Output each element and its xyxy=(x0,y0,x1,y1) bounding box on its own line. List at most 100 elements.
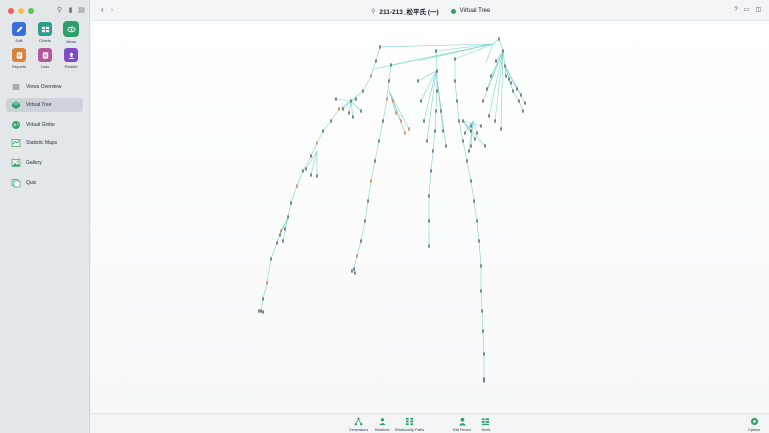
person-node[interactable] xyxy=(428,219,430,223)
person-node[interactable] xyxy=(512,89,514,93)
app-publish-button[interactable]: Publish xyxy=(58,48,84,69)
person-node[interactable] xyxy=(284,227,286,231)
person-node[interactable] xyxy=(473,199,475,203)
person-node[interactable] xyxy=(456,99,458,103)
person-node[interactable] xyxy=(518,99,520,103)
person-node[interactable] xyxy=(524,101,526,105)
person-node[interactable] xyxy=(279,233,281,237)
person-node[interactable] xyxy=(432,149,434,153)
virtual-tree-graph[interactable] xyxy=(91,21,769,413)
person-node[interactable] xyxy=(322,129,324,133)
person-node[interactable] xyxy=(370,74,372,78)
person-node[interactable] xyxy=(470,179,472,183)
person-node[interactable] xyxy=(270,257,272,261)
person-node[interactable] xyxy=(468,149,470,153)
person-node[interactable] xyxy=(510,81,512,85)
person-node[interactable] xyxy=(480,289,482,293)
person-node[interactable] xyxy=(445,144,447,148)
person-node[interactable] xyxy=(260,309,262,313)
nav-item-virtual-tree[interactable]: Virtual Tree xyxy=(6,98,83,112)
person-node[interactable] xyxy=(430,169,432,173)
nav-item-virtual-globe[interactable]: Virtual Globe xyxy=(6,118,83,132)
tabs-icon[interactable]: ▤ xyxy=(78,7,85,14)
person-node[interactable] xyxy=(290,201,292,205)
person-node[interactable] xyxy=(423,119,425,123)
person-node[interactable] xyxy=(370,179,372,183)
person-node[interactable] xyxy=(367,199,369,203)
nav-item-views-overview[interactable]: Views Overview xyxy=(6,80,83,94)
relatives-button[interactable]: Relatives xyxy=(375,417,389,432)
person-node[interactable] xyxy=(464,131,466,135)
nav-item-gallery[interactable]: Gallery xyxy=(6,156,83,170)
person-node[interactable] xyxy=(354,271,356,275)
person-node[interactable] xyxy=(483,352,485,356)
person-node[interactable] xyxy=(495,59,497,63)
person-node[interactable] xyxy=(435,109,437,113)
person-node[interactable] xyxy=(454,57,456,61)
person-node[interactable] xyxy=(356,254,358,258)
app-lists-button[interactable]: Lists xyxy=(32,48,58,69)
person-node[interactable] xyxy=(500,127,502,131)
person-node[interactable] xyxy=(390,63,392,67)
person-node[interactable] xyxy=(462,119,464,123)
person-node[interactable] xyxy=(462,139,464,143)
person-node[interactable] xyxy=(338,107,340,111)
person-node[interactable] xyxy=(382,119,384,123)
back-arrow-icon[interactable]: ‹ xyxy=(101,6,104,14)
person-node[interactable] xyxy=(364,219,366,223)
person-node[interactable] xyxy=(352,115,354,119)
zoom-window-button[interactable] xyxy=(28,8,34,14)
person-node[interactable] xyxy=(470,129,472,133)
person-node[interactable] xyxy=(280,229,282,233)
person-node[interactable] xyxy=(335,97,337,101)
person-node[interactable] xyxy=(408,127,410,131)
person-node[interactable] xyxy=(435,49,437,53)
person-node[interactable] xyxy=(428,244,430,248)
person-node[interactable] xyxy=(417,79,419,83)
person-node[interactable] xyxy=(482,329,484,333)
app-reports-button[interactable]: Reports xyxy=(6,48,32,69)
person-node[interactable] xyxy=(282,239,284,243)
app-edit-button[interactable]: Edit xyxy=(6,22,32,44)
nav-item-quiz[interactable]: Quiz xyxy=(6,176,83,190)
app-views-button[interactable]: Views xyxy=(58,21,84,44)
person-node[interactable] xyxy=(302,169,304,173)
person-node[interactable] xyxy=(502,49,504,53)
forward-arrow-icon[interactable]: › xyxy=(111,6,114,14)
person-node[interactable] xyxy=(440,109,442,113)
person-node[interactable] xyxy=(478,239,480,243)
person-node[interactable] xyxy=(355,97,357,101)
person-node[interactable] xyxy=(262,310,264,314)
person-node[interactable] xyxy=(262,297,264,301)
person-node[interactable] xyxy=(420,99,422,103)
person-node[interactable] xyxy=(258,309,260,313)
person-node[interactable] xyxy=(480,124,482,128)
person-node[interactable] xyxy=(458,119,460,123)
person-node[interactable] xyxy=(482,99,484,103)
person-node[interactable] xyxy=(476,219,478,223)
person-node[interactable] xyxy=(483,379,485,383)
person-node[interactable] xyxy=(466,159,468,163)
person-node[interactable] xyxy=(360,239,362,243)
person-node[interactable] xyxy=(474,137,476,141)
person-node[interactable] xyxy=(350,99,352,103)
person-node[interactable] xyxy=(395,111,397,115)
person-node[interactable] xyxy=(522,109,524,113)
person-node[interactable] xyxy=(330,119,332,123)
person-node[interactable] xyxy=(310,154,312,158)
person-node[interactable] xyxy=(520,93,522,97)
person-node[interactable] xyxy=(379,45,381,49)
person-node[interactable] xyxy=(362,89,364,93)
person-node[interactable] xyxy=(508,77,510,81)
minimize-window-button[interactable] xyxy=(18,8,24,14)
person-node[interactable] xyxy=(498,37,500,41)
person-node[interactable] xyxy=(442,129,444,133)
person-node[interactable] xyxy=(454,79,456,83)
person-node[interactable] xyxy=(316,174,318,178)
person-node[interactable] xyxy=(287,215,289,219)
views-button[interactable]: Views xyxy=(481,417,490,432)
person-node[interactable] xyxy=(480,264,482,268)
help-icon[interactable]: ? xyxy=(734,6,737,14)
person-node[interactable] xyxy=(360,109,362,113)
person-node[interactable] xyxy=(266,281,268,285)
